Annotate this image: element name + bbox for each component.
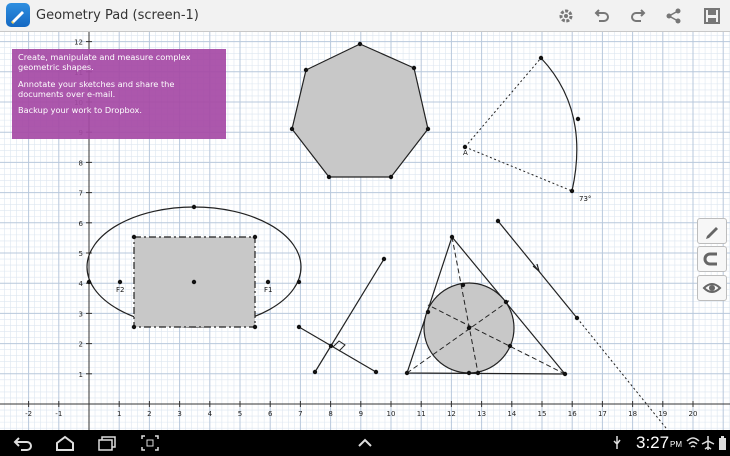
x-tick-label: 6 xyxy=(268,410,273,418)
drawing-canvas[interactable]: -2 -1 1 2 3 4 5 6 7 8 9 10 11 12 13 14 15 16 17 18 19 20 1234… xyxy=(0,32,730,430)
y-tick-label: 7 xyxy=(79,190,83,198)
y-tick-label: 6 xyxy=(79,220,84,228)
x-tick-label: 13 xyxy=(477,410,486,418)
y-tick-label: 12 xyxy=(74,39,83,47)
action-bar: Geometry Pad (screen-1) xyxy=(0,0,730,32)
y-tick-label: 4 xyxy=(79,280,84,288)
back-icon[interactable] xyxy=(12,434,34,452)
save-icon[interactable] xyxy=(702,6,722,26)
eye-tool-button[interactable] xyxy=(697,275,727,301)
x-tick-label: 4 xyxy=(208,410,213,418)
pencil-tool-button[interactable] xyxy=(697,218,727,244)
gear-icon[interactable] xyxy=(556,6,576,26)
triangle-with-incircle[interactable] xyxy=(404,234,568,377)
x-tick-label: 2 xyxy=(147,410,151,418)
pencil-icon xyxy=(706,227,718,239)
magnet-icon xyxy=(703,252,717,266)
y-tick-label: 1 xyxy=(79,371,83,379)
x-tick-label: 12 xyxy=(447,410,456,418)
wifi-icon xyxy=(686,437,700,448)
magnet-tool-button[interactable] xyxy=(697,246,727,272)
info-line-2: Annotate your sketches and share the doc… xyxy=(18,78,175,99)
y-tick-label: 5 xyxy=(79,250,83,258)
app-title: Geometry Pad (screen-1) xyxy=(36,8,199,23)
focus-f2-label: F2 xyxy=(116,286,124,294)
recent-apps-icon[interactable] xyxy=(96,434,118,452)
screenshot-icon[interactable] xyxy=(140,434,160,452)
x-tick-label: -2 xyxy=(25,410,32,418)
status-clock: 3:27 xyxy=(636,433,670,452)
x-tick-label: -1 xyxy=(55,410,62,418)
focus-f1-label: F1 xyxy=(264,286,272,294)
system-navigation-bar: 3:27 PM xyxy=(0,430,730,456)
battery-icon xyxy=(719,436,726,450)
x-tick-label: 7 xyxy=(298,410,302,418)
x-tick-label: 9 xyxy=(359,410,363,418)
x-tick-label: 20 xyxy=(689,410,698,418)
info-line-3: Backup your work to Dropbox. xyxy=(18,105,142,116)
eye-icon xyxy=(702,283,722,293)
x-tick-label: 3 xyxy=(177,410,181,418)
status-ampm: PM xyxy=(670,440,682,449)
x-tick-label: 11 xyxy=(417,410,426,418)
usb-icon xyxy=(613,436,621,449)
x-tick-label: 10 xyxy=(387,410,396,418)
home-icon[interactable] xyxy=(54,434,76,452)
x-tick-label: 15 xyxy=(538,410,547,418)
airplane-icon xyxy=(701,436,715,450)
y-tick-label: 3 xyxy=(79,310,83,318)
x-tick-label: 17 xyxy=(598,410,607,418)
vector-ray[interactable] xyxy=(495,218,667,429)
angle-measure-label: 73° xyxy=(579,195,591,203)
x-tick-label: 16 xyxy=(568,410,577,418)
info-banner[interactable]: Create, manipulate and measure complex g… xyxy=(12,49,226,139)
redo-icon[interactable] xyxy=(628,6,648,26)
x-tick-label: 18 xyxy=(628,410,637,418)
x-tick-label: 14 xyxy=(507,410,516,418)
x-tick-label: 1 xyxy=(117,410,121,418)
y-tick-label: 2 xyxy=(79,341,83,349)
x-tick-label: 19 xyxy=(658,410,667,418)
undo-icon[interactable] xyxy=(592,6,612,26)
app-logo-icon xyxy=(6,3,30,27)
y-tick-label: 8 xyxy=(79,159,83,167)
share-icon[interactable] xyxy=(664,6,684,26)
point-a-label: A xyxy=(463,149,468,157)
angle-construction[interactable] xyxy=(462,55,581,194)
x-tick-label: 8 xyxy=(328,410,332,418)
info-line-1: Create, manipulate and measure complex g… xyxy=(18,52,191,72)
x-tick-label: 5 xyxy=(238,410,242,418)
chevron-up-icon[interactable] xyxy=(355,434,375,452)
